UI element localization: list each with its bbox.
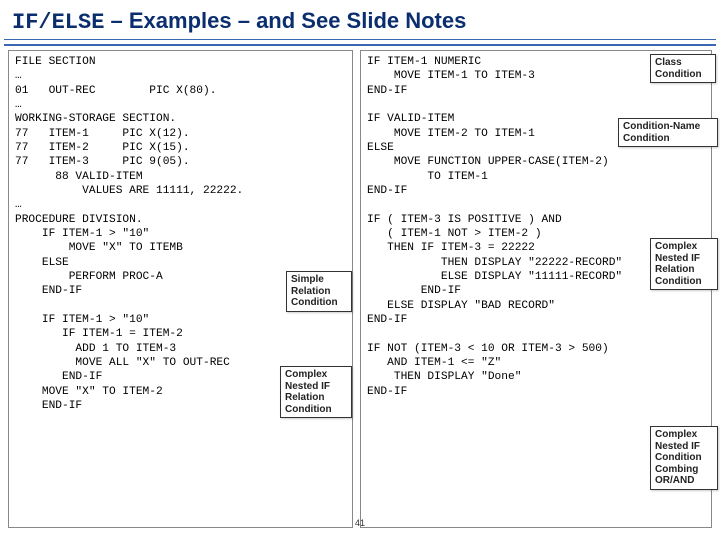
label-complex-combo-or-and: Complex Nested IF Condition Combing OR/A… bbox=[650, 426, 718, 490]
left-code-block: FILE SECTION … 01 OUT-REC PIC X(80). … W… bbox=[15, 55, 346, 413]
label-complex-nested-if-relation: Complex Nested IF Relation Condition bbox=[650, 238, 718, 290]
title-underline bbox=[4, 39, 716, 46]
slide-title: IF/ELSE – Examples – and See Slide Notes bbox=[0, 0, 720, 39]
page-number: 41 bbox=[355, 518, 365, 528]
label-class-condition: Class Condition bbox=[650, 54, 716, 83]
label-complex-nested-relation: Complex Nested IF Relation Condition bbox=[280, 366, 352, 418]
content-area: FILE SECTION … 01 OUT-REC PIC X(80). … W… bbox=[8, 46, 712, 530]
label-simple-relation: Simple Relation Condition bbox=[286, 271, 352, 312]
title-text: – Examples – and See Slide Notes bbox=[104, 8, 466, 33]
slide: IF/ELSE – Examples – and See Slide Notes… bbox=[0, 0, 720, 540]
right-code-block: IF ITEM-1 NUMERIC MOVE ITEM-1 TO ITEM-3 … bbox=[367, 55, 705, 399]
label-condition-name: Condition-Name Condition bbox=[618, 118, 718, 147]
title-keyword: IF/ELSE bbox=[12, 10, 104, 35]
